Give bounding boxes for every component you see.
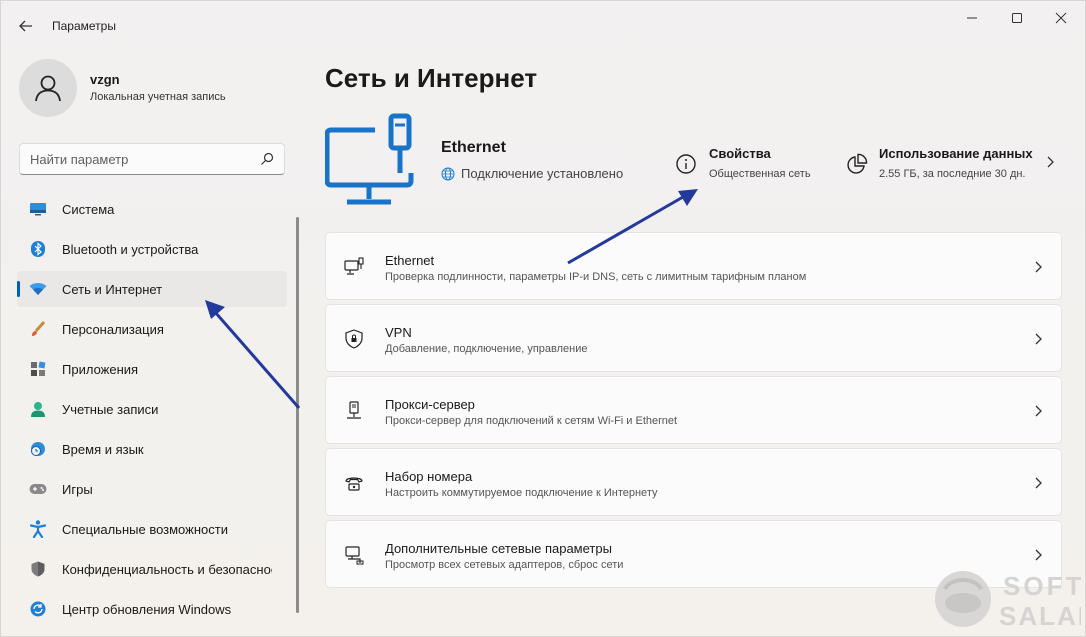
- sidebar-item-personalization[interactable]: Персонализация: [17, 311, 287, 347]
- sidebar-item-accounts[interactable]: Учетные записи: [17, 391, 287, 427]
- watermark-line2: SALAD: [999, 601, 1081, 631]
- card-subtitle: Добавление, подключение, управление: [385, 343, 588, 355]
- avatar: [19, 59, 77, 117]
- title-bar: Параметры: [1, 1, 1085, 51]
- card-title: Набор номера: [385, 469, 473, 484]
- brush-icon: [29, 320, 47, 338]
- info-icon: [676, 154, 696, 174]
- sidebar-item-time-language[interactable]: Время и язык: [17, 431, 287, 467]
- ethernet-monitor-icon: [325, 113, 414, 205]
- sidebar-item-label: Конфиденциальность и безопасность: [62, 561, 272, 577]
- proxy-icon: [347, 401, 361, 419]
- sidebar-item-label: Игры: [62, 481, 93, 497]
- app-title: Параметры: [52, 19, 116, 33]
- properties-link[interactable]: Свойства Общественная сеть: [675, 145, 811, 185]
- connection-status: Подключение установлено: [441, 166, 623, 181]
- sidebar-item-label: Система: [62, 201, 115, 217]
- card-proxy[interactable]: Прокси-сервер Прокси-сервер для подключе…: [325, 376, 1062, 444]
- card-title: VPN: [385, 325, 412, 340]
- chevron-right-icon: [1035, 477, 1042, 489]
- user-profile[interactable]: vzgn Локальная учетная запись: [19, 59, 226, 117]
- bluetooth-icon: [29, 240, 47, 258]
- sidebar-item-label: Сеть и Интернет: [62, 281, 163, 297]
- accounts-icon: [29, 400, 47, 418]
- sidebar-nav: Система Bluetooth и устройства Сеть и Ин…: [17, 191, 287, 631]
- search-input[interactable]: [20, 144, 240, 174]
- minimize-button[interactable]: [961, 9, 983, 27]
- sidebar-item-label: Время и язык: [62, 441, 144, 457]
- account-type: Локальная учетная запись: [90, 91, 226, 103]
- settings-window: Параметры vzgn Локальная учетная запись: [0, 0, 1086, 637]
- pie-chart-icon: [847, 153, 868, 174]
- sidebar-item-bluetooth[interactable]: Bluetooth и устройства: [17, 231, 287, 267]
- minimize-icon: [967, 17, 977, 19]
- sidebar-item-gaming[interactable]: Игры: [17, 471, 287, 507]
- person-icon: [35, 75, 61, 102]
- globe-icon: [441, 167, 455, 180]
- chevron-right-icon: [1035, 261, 1042, 273]
- shield-icon: [29, 560, 47, 578]
- maximize-button[interactable]: [1006, 9, 1028, 27]
- softsalad-watermark-logo: SOFT SALAD: [935, 571, 1081, 631]
- sidebar-item-windows-update[interactable]: Центр обновления Windows: [17, 591, 287, 627]
- chevron-right-icon: [1035, 549, 1042, 561]
- connection-name: Ethernet: [441, 139, 506, 156]
- wifi-icon: [29, 280, 47, 298]
- chevron-right-icon: [1035, 405, 1042, 417]
- network-adapter-icon: [345, 546, 364, 565]
- update-icon: [29, 600, 47, 618]
- card-subtitle: Настроить коммутируемое подключение к Ин…: [385, 487, 658, 499]
- sidebar-item-system[interactable]: Система: [17, 191, 287, 227]
- data-usage-link[interactable]: Использование данных 2.55 ГБ, за последн…: [846, 145, 1033, 185]
- sidebar-item-network[interactable]: Сеть и Интернет: [17, 271, 287, 307]
- data-usage-title: Использование данных: [879, 146, 1033, 161]
- sidebar-item-label: Приложения: [62, 361, 139, 377]
- sidebar-item-label: Специальные возможности: [62, 521, 228, 537]
- card-dialup[interactable]: Набор номера Настроить коммутируемое под…: [325, 448, 1062, 516]
- close-button[interactable]: [1050, 9, 1072, 27]
- accessibility-icon: [29, 520, 47, 538]
- connection-status-text: Подключение установлено: [461, 166, 624, 181]
- card-ethernet[interactable]: Ethernet Проверка подлинности, параметры…: [325, 232, 1062, 300]
- vpn-shield-icon: [345, 329, 363, 349]
- settings-list: Ethernet Проверка подлинности, параметры…: [325, 232, 1062, 592]
- system-icon: [29, 200, 47, 218]
- back-arrow-icon: [19, 20, 32, 32]
- sidebar-item-label: Bluetooth и устройства: [62, 241, 199, 257]
- back-button[interactable]: [15, 15, 37, 37]
- watermark-line1: SOFT: [1003, 571, 1081, 601]
- sidebar-item-apps[interactable]: Приложения: [17, 351, 287, 387]
- card-subtitle: Просмотр всех сетевых адаптеров, сброс с…: [385, 559, 624, 571]
- sidebar-item-privacy[interactable]: Конфиденциальность и безопасность: [17, 551, 287, 587]
- sidebar-item-accessibility[interactable]: Специальные возможности: [17, 511, 287, 547]
- properties-subtitle: Общественная сеть: [709, 168, 811, 180]
- sidebar-item-label: Центр обновления Windows: [62, 601, 232, 617]
- data-usage-subtitle: 2.55 ГБ, за последние 30 дн.: [879, 168, 1026, 180]
- card-subtitle: Проверка подлинности, параметры IP-и DNS…: [385, 271, 807, 283]
- sidebar-item-label: Персонализация: [62, 321, 164, 337]
- sidebar-scrollbar[interactable]: [296, 217, 299, 613]
- maximize-icon: [1012, 13, 1022, 23]
- apps-icon: [29, 360, 47, 378]
- card-subtitle: Прокси-сервер для подключений к сетям Wi…: [385, 415, 678, 427]
- card-vpn[interactable]: VPN Добавление, подключение, управление: [325, 304, 1062, 372]
- chevron-right-icon[interactable]: [1045, 155, 1055, 169]
- ethernet-icon: [344, 257, 364, 275]
- dialup-icon: [345, 477, 363, 491]
- chevron-right-icon: [1035, 333, 1042, 345]
- gamepad-icon: [29, 480, 47, 498]
- properties-title: Свойства: [709, 146, 771, 161]
- time-language-icon: [29, 440, 47, 458]
- card-title: Прокси-сервер: [385, 397, 475, 412]
- search-box[interactable]: [19, 143, 285, 175]
- card-title: Ethernet: [385, 253, 435, 268]
- page-title: Сеть и Интернет: [325, 63, 538, 93]
- user-name: vzgn: [90, 72, 120, 87]
- search-icon[interactable]: [260, 152, 274, 166]
- card-title: Дополнительные сетевые параметры: [385, 541, 612, 556]
- sidebar-item-label: Учетные записи: [62, 401, 159, 417]
- close-icon: [1055, 12, 1067, 24]
